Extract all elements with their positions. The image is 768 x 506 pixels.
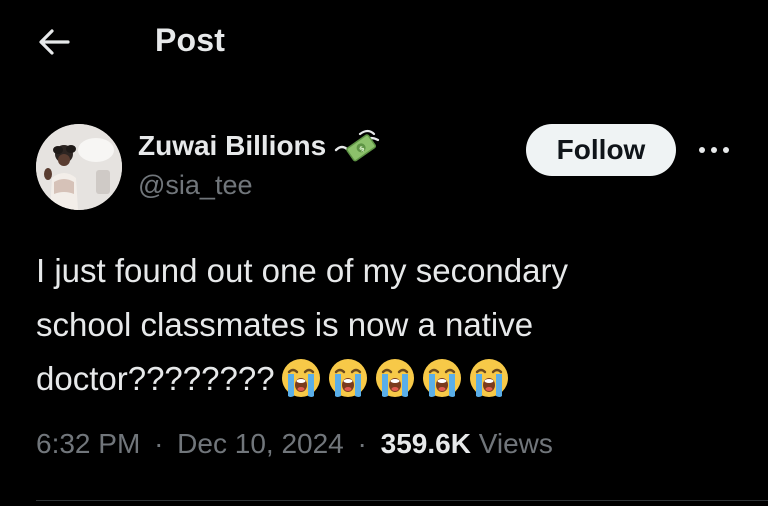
views-label: Views [478,428,553,459]
post-time[interactable]: 6:32 PM [36,428,140,459]
arrow-left-icon [39,29,70,55]
display-name-row: Zuwai Billions $ [138,128,380,164]
post-page: Post Zuwai Billions $ @sia_tee Follow I … [0,0,768,506]
post-text-line: doctor???????? [36,360,275,397]
avatar-photo [36,124,122,210]
avatar[interactable] [36,124,122,210]
more-horizontal-icon [699,147,729,153]
loudly-crying-face-icon [326,356,370,400]
loudly-crying-face-icon [467,356,511,400]
post-text-line: school classmates is now a native [36,306,534,343]
loudly-crying-face-icon [279,356,323,400]
post-date[interactable]: Dec 10, 2024 [177,428,344,459]
more-button[interactable] [694,136,734,164]
display-name[interactable]: Zuwai Billions [138,130,326,162]
meta-separator: · [357,428,367,459]
page-title: Post [155,22,226,58]
divider [36,500,768,501]
money-with-wings-emoji-icon: $ [334,128,380,164]
emoji-row [279,356,511,400]
top-bar: Post [0,0,768,84]
post-text-line-last: doctor???????? [36,352,736,406]
back-button[interactable] [34,24,74,60]
loudly-crying-face-icon [420,356,464,400]
post-meta: 6:32 PM · Dec 10, 2024 · 359.6K Views [36,428,553,460]
author-handle[interactable]: @sia_tee [138,170,380,201]
meta-separator: · [154,428,164,459]
author-info: Zuwai Billions $ @sia_tee [138,128,380,201]
follow-button[interactable]: Follow [526,124,676,176]
post-text: I just found out one of my secondary sch… [36,244,736,406]
views-count: 359.6K [380,428,471,459]
post-text-line: I just found out one of my secondary [36,252,568,289]
loudly-crying-face-icon [373,356,417,400]
